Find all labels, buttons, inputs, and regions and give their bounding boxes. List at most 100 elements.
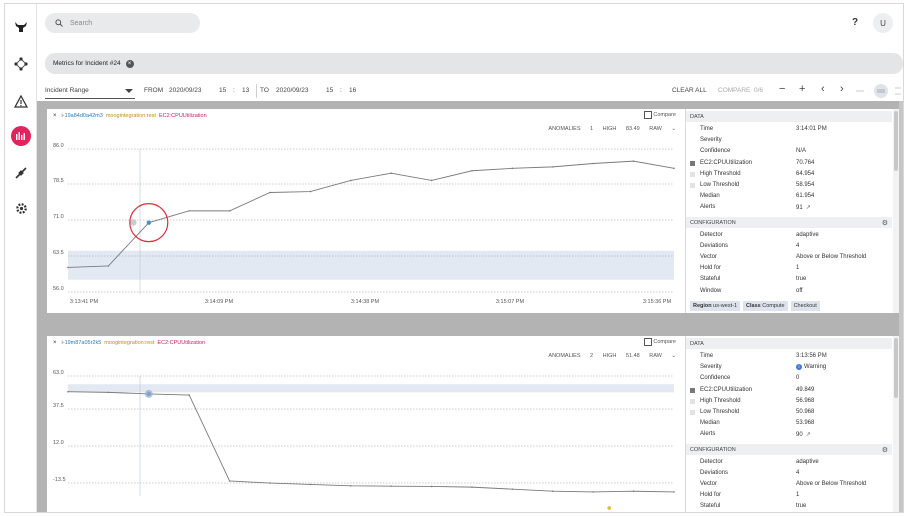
range-dropdown[interactable]: Incident Range: [45, 83, 135, 99]
detail-row: Alerts 91 ↗: [686, 202, 892, 213]
workflow-icon[interactable]: [11, 54, 31, 74]
settings-icon[interactable]: [11, 198, 31, 218]
sidebar-scrollbar[interactable]: [893, 336, 899, 512]
alert-triangle-icon[interactable]: [11, 91, 31, 111]
line-chart[interactable]: 86.0 78.5 71.0 63.5 56.0 3:13:41 PM 3:14:09 PM…: [47, 109, 682, 313]
data-point: [350, 484, 352, 487]
search-bar[interactable]: Search: [45, 13, 200, 33]
tag-chip[interactable]: Checkout: [790, 301, 820, 311]
scrollbar-thumb[interactable]: [894, 111, 898, 171]
app-frame: Search ? U Metrics for Incident #24 × In…: [4, 3, 904, 513]
detail-value-text: adaptive: [796, 231, 819, 238]
to-sep: :: [340, 87, 342, 94]
detail-value: 3:14:01 PM: [796, 126, 827, 132]
details-sidebar: DATA Time 3:13:56 PM Severity i Warning Confid…: [685, 336, 899, 512]
x-tick-label: 3:14:38 PM: [351, 299, 380, 305]
gear-icon[interactable]: ⚙: [882, 446, 888, 454]
data-point: [430, 179, 433, 182]
detail-value: 1: [796, 265, 799, 271]
detail-value: 3:13:56 PM: [796, 353, 827, 359]
y-tick-label: 71.0: [53, 214, 64, 220]
detail-row: Low Threshold 50.968: [686, 407, 892, 418]
avatar[interactable]: U: [873, 13, 893, 33]
zoom-in-button[interactable]: +: [799, 83, 805, 95]
data-point: [592, 491, 594, 493]
chevron-down-icon: [125, 89, 133, 93]
range-controls: Incident Range FROM 2020/09/23 15 : 13 T…: [45, 83, 903, 99]
detail-value: Above or Below Threshold: [796, 254, 866, 260]
scroll-track[interactable]: [899, 101, 903, 512]
detail-row: Stateful true: [686, 501, 892, 512]
clear-all-button[interactable]: CLEAR ALL: [672, 87, 707, 94]
from-date[interactable]: 2020/09/23: [169, 87, 202, 94]
line-chart[interactable]: 63.0 37.5 12.0 -13.5: [47, 336, 682, 513]
detail-value: 0: [796, 375, 799, 381]
detail-value-text: true: [796, 276, 807, 283]
y-tick-label: 56.0: [53, 286, 64, 292]
tag-chip[interactable]: Region us-west-1: [690, 301, 741, 311]
detail-value-text: 53.968: [796, 420, 815, 427]
section-header: DATA: [686, 111, 892, 122]
detail-row: Confidence 0: [686, 373, 892, 384]
x-tick-label: 3:13:41 PM: [70, 299, 99, 305]
detail-key: Window: [700, 287, 722, 294]
y-tick-label: -13.5: [53, 477, 66, 483]
scrollbar-thumb[interactable]: [894, 338, 898, 398]
detail-key: High Threshold: [700, 170, 741, 177]
data-point: [188, 394, 190, 396]
tag-list: Region us-west-1 Class Compute Checkout: [690, 301, 820, 311]
search-input[interactable]: Search: [70, 20, 92, 27]
help-icon[interactable]: ?: [852, 17, 858, 28]
data-point: [673, 167, 675, 170]
detail-value: 50.968: [796, 409, 814, 415]
sidebar-scrollbar[interactable]: [893, 109, 899, 313]
detail-value-text: 56.968: [796, 397, 815, 404]
data-point: [632, 160, 635, 162]
integrations-icon[interactable]: [11, 163, 31, 183]
to-label: TO: [260, 87, 269, 94]
detail-key: Time: [700, 126, 714, 132]
from-sep: :: [233, 87, 235, 94]
prev-button[interactable]: ‹: [821, 83, 825, 95]
next-button[interactable]: ›: [840, 83, 844, 95]
zoom-out-button[interactable]: −: [779, 83, 785, 95]
page-title: Metrics for Incident #24: [53, 60, 121, 67]
detail-value: Above or Below Threshold: [796, 481, 866, 487]
compare-button[interactable]: COMPARE: [718, 87, 750, 94]
y-tick-label: 63.0: [53, 370, 64, 376]
detail-key: Time: [700, 353, 714, 359]
data-point: [390, 485, 393, 487]
from-hour[interactable]: 15: [219, 87, 226, 94]
layout-toggle-icon[interactable]: [853, 84, 903, 98]
info-icon: i: [796, 364, 802, 371]
close-icon[interactable]: ×: [125, 59, 134, 68]
data-point: [430, 485, 433, 488]
section-header: DATA: [686, 338, 892, 349]
detail-key: Hold for: [700, 265, 722, 272]
metrics-icon[interactable]: [11, 126, 31, 146]
data-point: [552, 490, 554, 493]
to-minute[interactable]: 16: [349, 87, 356, 94]
range-dropdown-label: Incident Range: [45, 87, 89, 94]
from-minute[interactable]: 13: [242, 87, 249, 94]
detail-value-text: 4: [796, 469, 800, 476]
detail-key: Deviations: [700, 242, 729, 249]
data-point: [107, 391, 110, 394]
external-link-icon[interactable]: ↗: [806, 432, 811, 438]
tag-chip[interactable]: Class Compute: [743, 301, 788, 311]
gear-icon[interactable]: ⚙: [882, 219, 888, 227]
detail-row: Severity i Warning: [686, 362, 892, 373]
data-point: [228, 480, 231, 482]
detail-value: adaptive: [796, 232, 819, 238]
to-date[interactable]: 2020/09/23: [276, 87, 309, 94]
detail-row: Low Threshold 58.954: [686, 180, 892, 191]
external-link-icon[interactable]: ↗: [806, 205, 811, 211]
detail-value: 58.954: [796, 182, 814, 188]
detail-value: 90 ↗: [796, 431, 811, 438]
detail-row: Median 53.968: [686, 418, 892, 429]
to-hour[interactable]: 15: [326, 87, 333, 94]
bull-logo-icon[interactable]: [11, 17, 31, 37]
legend-swatch: [690, 398, 695, 404]
x-tick-label: 3:15:36 PM: [643, 299, 672, 305]
detail-value: 61.954: [796, 193, 814, 199]
